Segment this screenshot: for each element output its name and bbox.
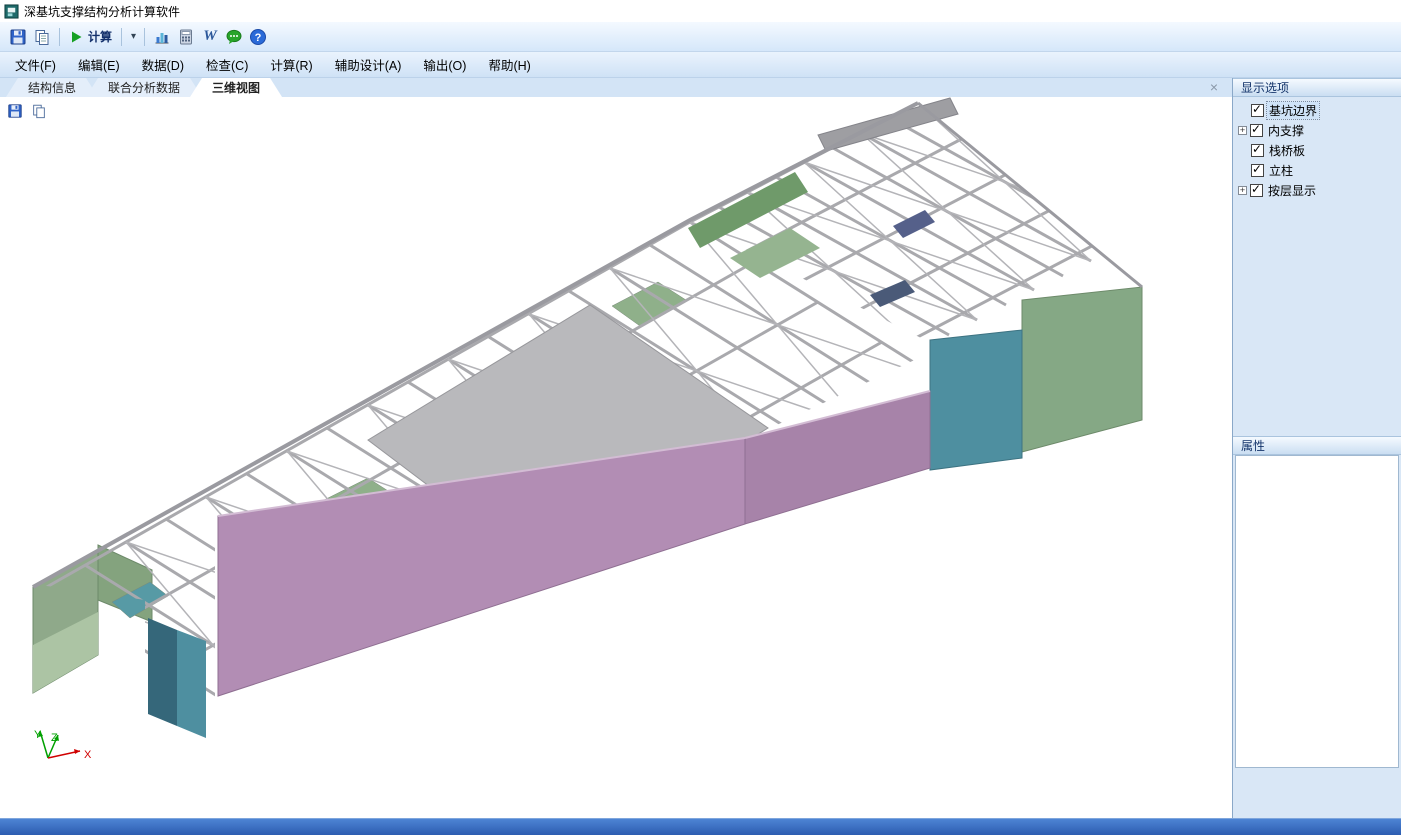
menu-calc[interactable]: 计算(R) [259,52,323,77]
calculator-button[interactable] [174,25,198,49]
display-options-header: 显示选项 [1233,78,1401,97]
viewport-copy-button[interactable] [29,101,49,121]
chart-button[interactable] [150,25,174,49]
copy-button[interactable] [30,25,54,49]
checkbox-column[interactable]: ✓ [1251,164,1264,177]
message-button[interactable] [222,25,246,49]
run-calc-button[interactable]: 计算 ▾ [65,25,139,49]
model-3d[interactable]: Y Z X [0,97,1232,818]
checkbox-pit-boundary[interactable]: ✓ [1251,104,1264,117]
viewport-toolbar [5,101,49,121]
axis-y-label: Y [34,729,42,741]
tree-item-label[interactable]: 栈桥板 [1267,142,1307,159]
axis-x-label: X [84,749,92,761]
menu-aux-design[interactable]: 辅助设计(A) [324,52,413,77]
checkbox-by-layer[interactable]: ✓ [1250,184,1263,197]
copy-icon [31,103,47,119]
main-area: 结构信息 联合分析数据 三维视图 × [0,78,1233,818]
tab-joint-analysis-data[interactable]: 联合分析数据 [86,78,202,97]
run-icon [68,29,84,45]
svg-text:?: ? [255,32,262,44]
viewport-3d[interactable]: Y Z X [0,97,1232,818]
expand-icon[interactable]: + [1238,126,1247,135]
title-bar: 深基坑支撑结构分析计算软件 [0,0,1401,22]
tab-structure-info[interactable]: 结构信息 [6,78,98,97]
tree-item-label[interactable]: 按层显示 [1266,182,1318,199]
checkbox-trestle-plate[interactable]: ✓ [1251,144,1264,157]
tree-item-column[interactable]: ✓ 立柱 [1238,160,1401,180]
tree-item-label[interactable]: 基坑边界 [1267,102,1319,119]
main-toolbar: 计算 ▾ W [0,22,1401,52]
tree-item-internal-support[interactable]: + ✓ 内支撑 [1238,120,1401,140]
toolbar-separator [59,28,60,46]
tree-item-by-layer[interactable]: + ✓ 按层显示 [1238,180,1401,200]
help-button[interactable]: ? [246,25,270,49]
display-options-tree: ✓ 基坑边界 + ✓ 内支撑 ✓ 栈桥板 ✓ 立柱 [1233,97,1401,200]
app-window: 深基坑支撑结构分析计算软件 计算 [0,0,1401,835]
app-icon [4,4,19,19]
run-split [121,28,122,46]
tab-strip: 结构信息 联合分析数据 三维视图 × [0,78,1232,97]
save-button[interactable] [6,25,30,49]
window-title: 深基坑支撑结构分析计算软件 [24,3,180,20]
properties-box[interactable] [1235,455,1399,768]
save-icon [9,28,27,46]
menu-data[interactable]: 数据(D) [131,52,195,77]
tree-item-pit-boundary[interactable]: ✓ 基坑边界 [1238,100,1401,120]
word-icon: W [203,28,216,45]
status-bar [0,818,1401,835]
toolbar-separator [144,28,145,46]
viewport-save-button[interactable] [5,101,25,121]
properties-header: 属性 [1233,436,1401,455]
menu-help[interactable]: 帮助(H) [477,52,541,77]
panel-teal-right [930,330,1022,470]
expand-icon[interactable]: + [1238,186,1247,195]
tree-item-trestle-plate[interactable]: ✓ 栈桥板 [1238,140,1401,160]
message-icon [225,28,243,46]
tree-item-label[interactable]: 立柱 [1267,162,1295,179]
checkbox-internal-support[interactable]: ✓ [1250,124,1263,137]
tree-item-label[interactable]: 内支撑 [1266,122,1306,139]
tab-3d-view[interactable]: 三维视图 [190,78,282,97]
copy-icon [33,28,51,46]
calculator-icon [177,28,195,46]
left-end-walls [33,545,152,693]
run-calc-label: 计算 [88,28,112,45]
menu-edit[interactable]: 编辑(E) [67,52,131,77]
close-icon[interactable]: × [1210,79,1218,95]
menu-check[interactable]: 检查(C) [195,52,259,77]
panel-spacer [1233,200,1401,436]
wall-green-right [1022,287,1142,452]
menu-output[interactable]: 输出(O) [412,52,477,77]
word-export-button[interactable]: W [198,25,222,49]
axis-icon: Y Z X [34,729,92,761]
menu-file[interactable]: 文件(F) [4,52,67,77]
chevron-down-icon[interactable]: ▾ [131,31,136,42]
menu-bar: 文件(F) 编辑(E) 数据(D) 检查(C) 计算(R) 辅助设计(A) 输出… [0,52,1401,78]
axis-z-label: Z [51,732,58,744]
help-icon: ? [249,28,267,46]
right-panel: 显示选项 ✓ 基坑边界 + ✓ 内支撑 ✓ 栈桥板 [1233,78,1401,818]
chart-icon [153,28,171,46]
save-icon [7,103,23,119]
